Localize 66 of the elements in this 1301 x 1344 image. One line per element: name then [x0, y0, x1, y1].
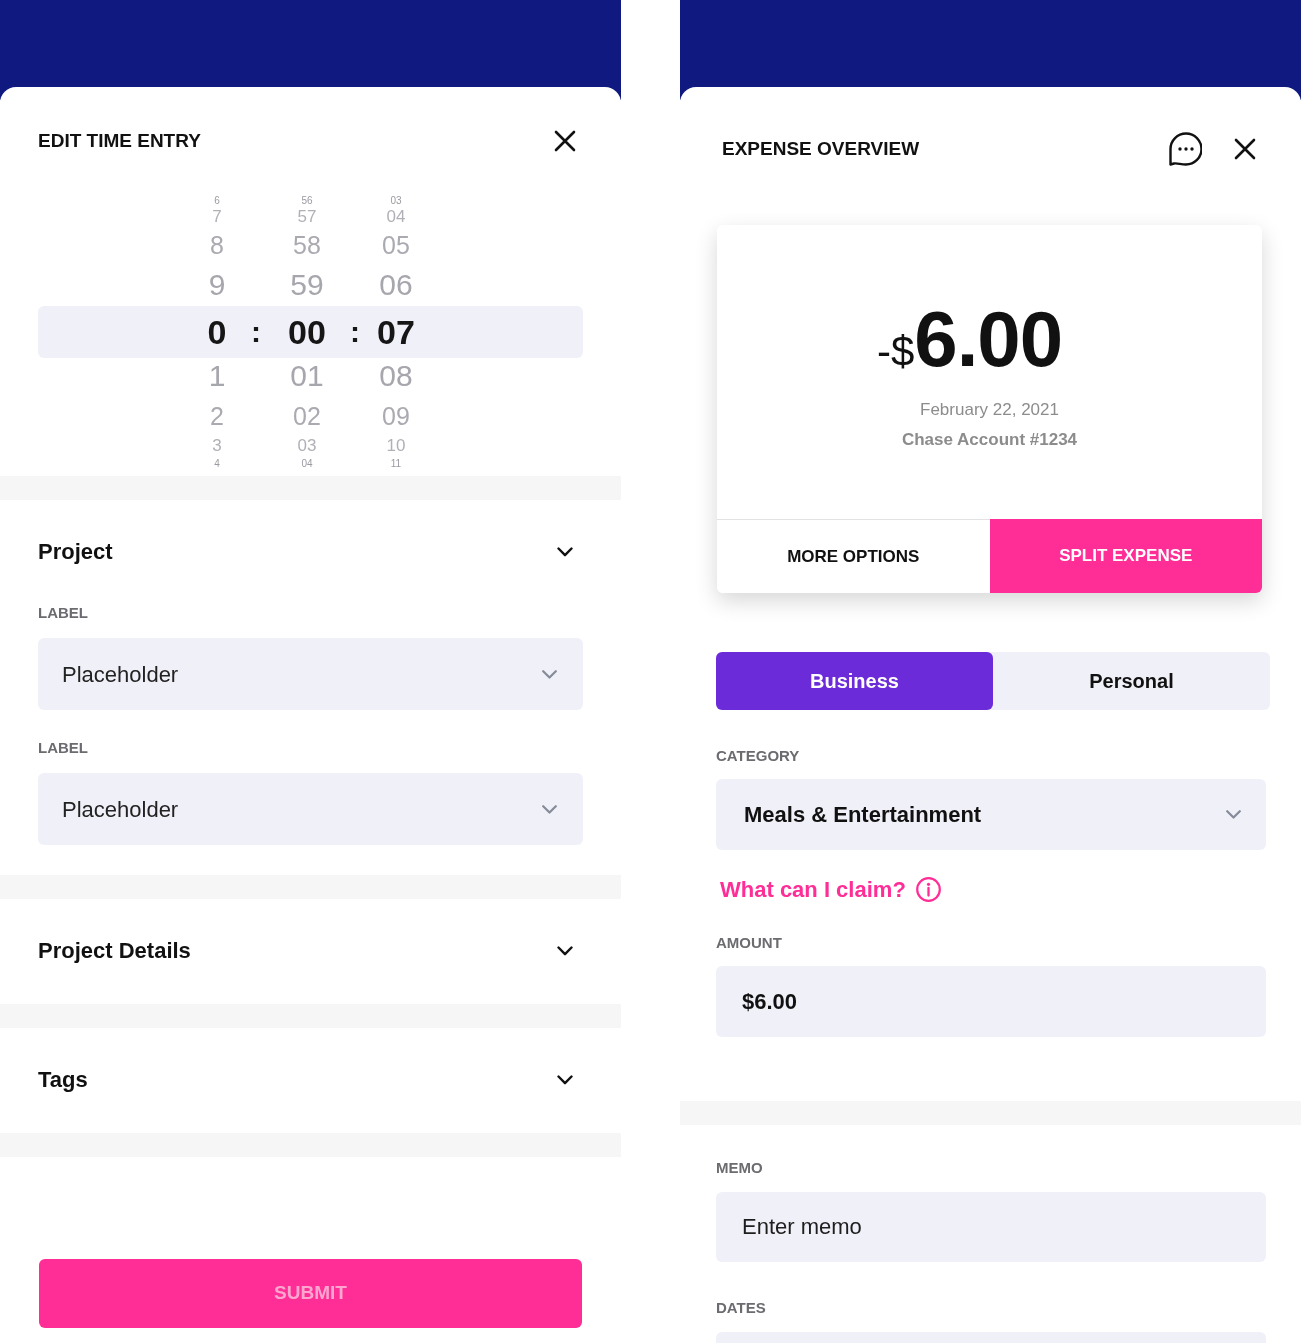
picker-value[interactable]: 59: [277, 270, 337, 300]
amount-total: -$6.00: [876, 300, 1063, 380]
account-name: Chase Account #1234: [901, 429, 1078, 451]
segment-tab[interactable]: Personal: [993, 652, 1270, 710]
segment-tab[interactable]: Business: [716, 652, 993, 710]
field-label: MEMO: [715, 1158, 764, 1178]
field-label: LABEL: [37, 738, 89, 758]
close-button[interactable]: [1234, 137, 1256, 160]
picker-value[interactable]: 04: [277, 459, 337, 469]
picker-value[interactable]: 7: [187, 207, 247, 225]
picker-value[interactable]: 07: [366, 315, 426, 349]
picker-value[interactable]: 08: [366, 361, 426, 391]
info-icon: [915, 876, 941, 902]
picker-value[interactable]: 56: [277, 196, 337, 206]
chevron-down-icon: [557, 547, 573, 557]
transaction-date: February 22, 2021: [920, 399, 1059, 421]
picker-value[interactable]: 8: [187, 232, 247, 258]
picker-value[interactable]: 9: [187, 270, 247, 300]
picker-value[interactable]: 10: [366, 436, 426, 454]
picker-value[interactable]: 3: [187, 436, 247, 454]
time-separator: :: [349, 317, 361, 347]
claim-help-link[interactable]: What can I claim?: [720, 876, 941, 902]
dropdown[interactable]: Placeholder: [38, 638, 583, 710]
chevron-down-icon: [557, 946, 573, 956]
picker-value[interactable]: 11: [366, 459, 426, 469]
more-options-button[interactable]: MORE OPTIONS: [717, 519, 990, 593]
amount-field[interactable]: $6.00: [716, 966, 1266, 1037]
time-separator: :: [250, 317, 262, 347]
picker-value[interactable]: 0: [187, 315, 247, 349]
picker-value[interactable]: 4: [187, 459, 247, 469]
picker-value[interactable]: 03: [277, 436, 337, 454]
split-expense-button[interactable]: SPLIT EXPENSE: [989, 519, 1262, 593]
chat-bubble-icon: [1167, 131, 1202, 166]
panel-title: EDIT TIME ENTRY: [38, 129, 201, 153]
picker-value[interactable]: 03: [366, 196, 426, 206]
field-label: DATES: [715, 1298, 767, 1318]
picker-value[interactable]: 06: [366, 270, 426, 300]
picker-value[interactable]: 00: [277, 315, 337, 349]
field-label: LABEL: [37, 603, 89, 623]
picker-value[interactable]: 02: [277, 403, 337, 429]
panel-title: EXPENSE OVERVIEW: [722, 136, 921, 161]
dropdown[interactable]: Placeholder: [38, 773, 583, 845]
chevron-down-icon: [1226, 810, 1241, 819]
section-toggle[interactable]: Project Details: [0, 937, 621, 965]
memo-field[interactable]: Enter memo: [716, 1192, 1266, 1262]
category-dropdown[interactable]: Meals & Entertainment: [716, 779, 1266, 850]
picker-value[interactable]: 2: [187, 403, 247, 429]
close-icon: [1234, 137, 1256, 160]
close-button[interactable]: [554, 130, 576, 152]
comment-button[interactable]: [1167, 131, 1202, 166]
picker-value[interactable]: 04: [366, 207, 426, 225]
chevron-down-icon: [542, 669, 557, 679]
chevron-down-icon: [557, 1075, 573, 1085]
picker-value[interactable]: 01: [277, 361, 337, 391]
field-label: AMOUNT: [715, 933, 783, 953]
picker-value[interactable]: 57: [277, 207, 337, 225]
section-toggle[interactable]: Tags: [0, 1066, 621, 1094]
picker-value[interactable]: 58: [277, 232, 337, 258]
close-icon: [554, 130, 576, 152]
picker-value[interactable]: 1: [187, 361, 247, 391]
picker-value[interactable]: 6: [187, 196, 247, 206]
chevron-down-icon: [542, 804, 557, 814]
field-label: CATEGORY: [715, 746, 801, 766]
picker-value[interactable]: 05: [366, 232, 426, 258]
picker-value[interactable]: 09: [366, 403, 426, 429]
section-toggle[interactable]: Project: [0, 538, 621, 566]
